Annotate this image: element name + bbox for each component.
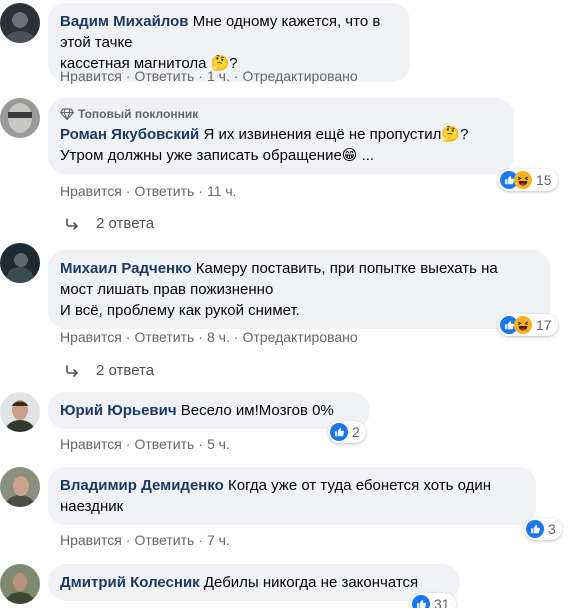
reply-action[interactable]: Ответить <box>134 329 194 345</box>
comment-text: И всё, проблему как рукой снимет. <box>60 302 300 319</box>
avatar-photo <box>0 243 40 283</box>
replies-label[interactable]: 2 ответа <box>96 361 154 381</box>
comment-time[interactable]: 5 ч. <box>207 436 230 452</box>
reaction-count: 31 <box>434 596 450 608</box>
comment-text: Когда уже от туда ебонется хоть один <box>228 477 492 494</box>
comment-actions: Нравится · Ответить · 11 ч. <box>60 183 237 199</box>
like-action[interactable]: Нравится <box>60 68 122 84</box>
reply-action[interactable]: Ответить <box>134 436 194 452</box>
view-replies-link[interactable]: 2 ответа <box>64 214 154 234</box>
comment-author[interactable]: Юрий Юрьевич <box>60 402 177 419</box>
comment-author[interactable]: Вадим Михайлов <box>60 13 189 30</box>
comment-author[interactable]: Михаил Радченко <box>60 260 192 277</box>
comment-author[interactable]: Владимир Демиденко <box>60 477 224 494</box>
like-icon <box>412 595 430 608</box>
comment-bubble: Дмитрий Колесник Дебилы никогда не закон… <box>48 564 460 601</box>
reaction-count: 15 <box>536 172 552 188</box>
comment-bubble: Юрий Юрьевич Весело им!Мозгов 0% <box>48 392 370 429</box>
comment-time[interactable]: 1 ч. <box>207 68 230 84</box>
avatar-photo <box>0 467 40 507</box>
comment-author[interactable]: Роман Якубовский <box>60 126 199 143</box>
top-fan-badge: Топовый поклонник <box>60 106 502 122</box>
avatar[interactable] <box>0 243 40 283</box>
comment-text: Утром должны уже записать обращение😁 ... <box>60 147 375 164</box>
edited-label: Отредактировано <box>242 68 358 84</box>
comment-actions: Нравится · Ответить · 8 ч. · Отредактировано <box>60 329 358 345</box>
reaction-summary[interactable]: 17 <box>498 314 558 336</box>
comment-time[interactable]: 11 ч. <box>207 183 237 199</box>
like-action[interactable]: Нравится <box>60 183 122 199</box>
haha-icon <box>514 316 532 334</box>
like-icon <box>526 520 544 538</box>
comment-time[interactable]: 7 ч. <box>207 532 230 548</box>
view-replies-link[interactable]: 2 ответа <box>64 361 154 381</box>
comment-text: Я их извинения ещё не пропустил🤔? <box>203 126 469 143</box>
comment-text: Камеру поставить, при попытке выехать на <box>195 260 498 277</box>
comment-author[interactable]: Дмитрий Колесник <box>60 574 200 591</box>
like-action[interactable]: Нравится <box>60 532 122 548</box>
avatar[interactable] <box>0 467 40 507</box>
reaction-count: 3 <box>548 521 556 537</box>
avatar[interactable] <box>0 392 40 432</box>
reaction-summary[interactable]: 31 <box>410 593 456 608</box>
reaction-summary[interactable]: 15 <box>498 169 558 191</box>
comment-bubble: Михаил Радченко Камеру поставить, при по… <box>48 250 550 329</box>
comment-time[interactable]: 8 ч. <box>207 329 230 345</box>
avatar[interactable] <box>0 98 40 138</box>
avatar-photo <box>0 564 40 604</box>
avatar-photo <box>0 3 40 43</box>
diamond-icon <box>60 108 74 121</box>
comment-text: мост лишать прав пожизненно <box>60 281 274 298</box>
reaction-count: 2 <box>352 424 360 440</box>
avatar-photo <box>0 392 40 432</box>
haha-icon <box>514 171 532 189</box>
reply-arrow-icon <box>66 218 78 230</box>
comment-text: наездник <box>60 498 124 515</box>
reply-arrow-icon <box>66 365 78 377</box>
badge-label: Топовый поклонник <box>78 107 199 121</box>
comment-bubble: Топовый поклонник Роман Якубовский Я их … <box>48 98 514 174</box>
comment-actions: Нравится · Ответить · 7 ч. <box>60 532 230 548</box>
avatar[interactable] <box>0 564 40 604</box>
reaction-summary[interactable]: 2 <box>328 421 366 443</box>
like-action[interactable]: Нравится <box>60 329 122 345</box>
reply-action[interactable]: Ответить <box>134 68 194 84</box>
replies-label[interactable]: 2 ответа <box>96 214 154 234</box>
like-action[interactable]: Нравится <box>60 436 122 452</box>
comment-actions: Нравится · Ответить · 5 ч. <box>60 436 230 452</box>
reply-action[interactable]: Ответить <box>134 183 194 199</box>
like-icon <box>330 423 348 441</box>
comment-actions: Нравится · Ответить · 1 ч. · Отредактировано <box>60 68 358 84</box>
avatar[interactable] <box>0 3 40 43</box>
comment-text: Дебилы никогда не закончатся <box>203 574 419 591</box>
reaction-count: 17 <box>536 317 552 333</box>
comment-text: Весело им!Мозгов 0% <box>180 402 334 419</box>
reply-action[interactable]: Ответить <box>134 532 194 548</box>
edited-label: Отредактировано <box>242 329 358 345</box>
avatar-photo <box>0 98 40 138</box>
reaction-summary[interactable]: 3 <box>524 518 562 540</box>
comment-bubble: Владимир Демиденко Когда уже от туда ебо… <box>48 467 536 525</box>
